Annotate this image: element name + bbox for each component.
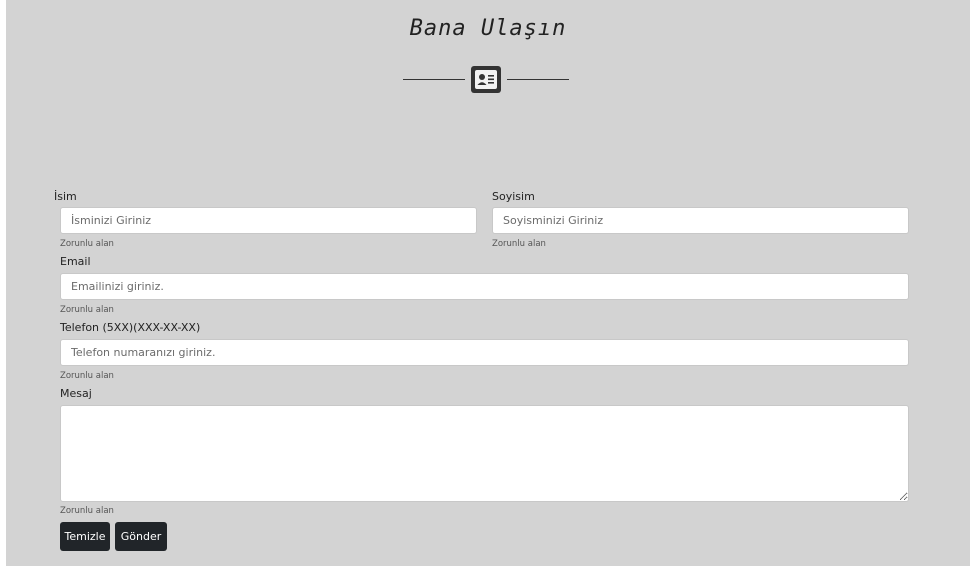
- contact-page: Bana Ulaşın İsim Zorunlu alan Soyisim Zo…: [6, 0, 970, 566]
- email-required-hint: Zorunlu alan: [60, 305, 114, 315]
- phone-input[interactable]: [60, 339, 909, 366]
- contact-card-icon: [471, 66, 501, 93]
- email-input[interactable]: [60, 273, 909, 300]
- title-divider: [403, 66, 569, 94]
- first-name-input[interactable]: [60, 207, 477, 234]
- first-name-label: İsim: [54, 190, 77, 203]
- last-name-label: Soyisim: [492, 190, 535, 203]
- divider-line-left: [403, 79, 465, 80]
- divider-line-right: [507, 79, 569, 80]
- phone-required-hint: Zorunlu alan: [60, 371, 114, 381]
- last-name-required-hint: Zorunlu alan: [492, 239, 546, 249]
- submit-button[interactable]: Gönder: [115, 522, 167, 551]
- message-required-hint: Zorunlu alan: [60, 506, 114, 516]
- email-label: Email: [60, 255, 91, 268]
- reset-button[interactable]: Temizle: [60, 522, 110, 551]
- phone-label: Telefon (5XX)(XXX-XX-XX): [60, 321, 201, 334]
- first-name-required-hint: Zorunlu alan: [60, 239, 114, 249]
- last-name-input[interactable]: [492, 207, 909, 234]
- message-label: Mesaj: [60, 387, 92, 400]
- message-textarea[interactable]: [60, 405, 909, 502]
- page-title: Bana Ulaşın: [409, 16, 567, 41]
